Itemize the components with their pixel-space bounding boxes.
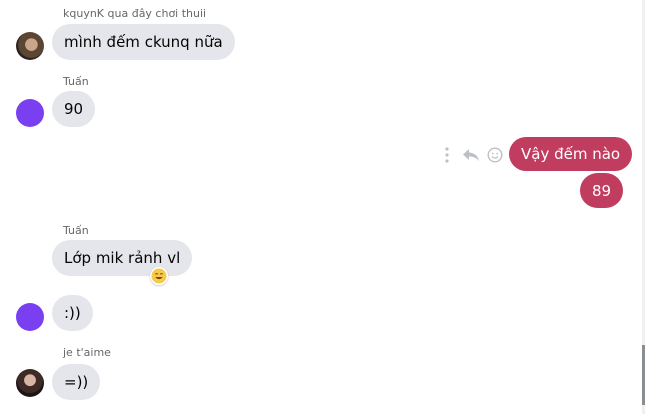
reaction-badge[interactable] [150, 267, 168, 285]
grinning-face-icon [151, 268, 167, 284]
react-icon[interactable] [486, 145, 504, 165]
sender-name: Tuấn [63, 224, 89, 237]
reply-icon[interactable] [462, 145, 480, 165]
message-actions [438, 145, 504, 165]
message-bubble[interactable]: =)) [52, 364, 101, 400]
avatar[interactable] [16, 99, 44, 127]
message-bubble[interactable]: 90 [52, 91, 96, 127]
message-bubble[interactable]: :)) [52, 295, 93, 331]
message-bubble[interactable]: 89 [580, 173, 624, 208]
message-bubble[interactable]: mình đếm ckunq nữa [52, 24, 235, 60]
chat-thread: kquynK qua đây chơi thuii mình đếm ckunq… [0, 0, 645, 414]
avatar[interactable] [16, 369, 44, 397]
message-bubble[interactable]: Vậy đếm nào [509, 137, 633, 171]
message-bubble[interactable]: Lớp mik rảnh vl [52, 240, 193, 276]
avatar[interactable] [16, 303, 44, 331]
sender-name: Tuấn [63, 75, 89, 88]
avatar[interactable] [16, 32, 44, 60]
sender-name: je t'aime [63, 346, 111, 359]
more-options-icon[interactable] [438, 145, 456, 165]
sender-name: kquynK qua đây chơi thuii [63, 7, 207, 20]
